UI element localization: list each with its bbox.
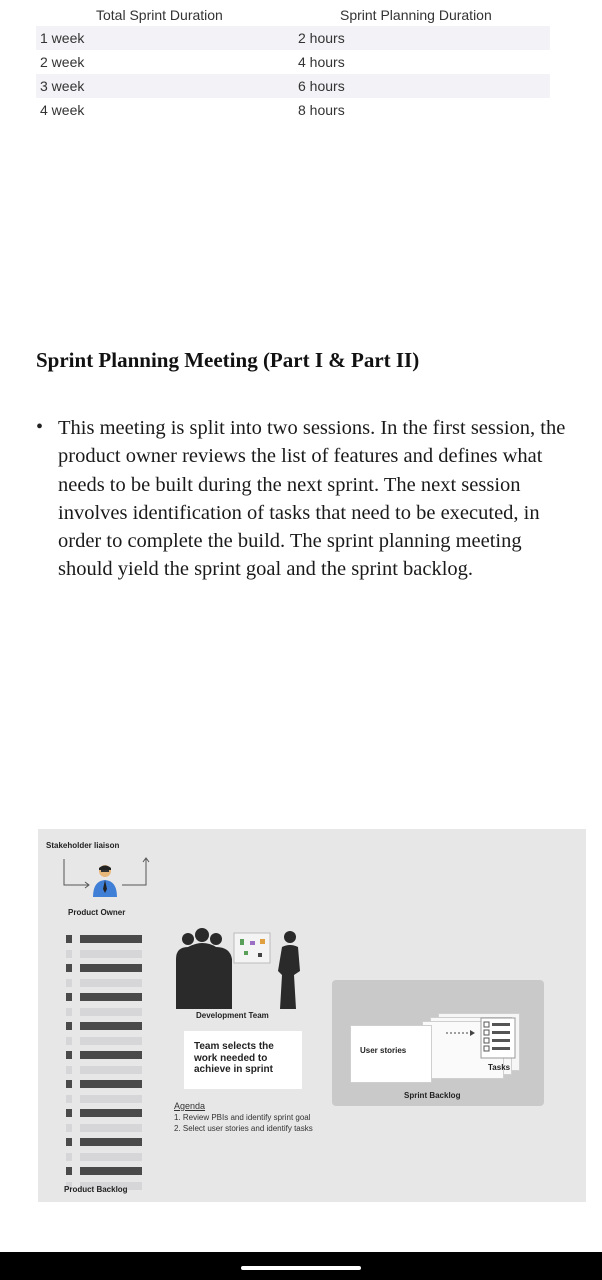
backlog-item [64,1035,154,1050]
sprint-duration-table: Total Sprint Duration Sprint Planning Du… [36,4,550,122]
table-cell: 1 week [40,30,85,46]
backlog-item [64,991,154,1006]
section-heading: Sprint Planning Meeting (Part I & Part I… [36,348,420,372]
table-cell: 2 week [40,54,85,70]
backlog-item [64,933,154,948]
table-row: 2 week 4 hours [36,50,550,74]
backlog-item [64,977,154,992]
bullet-dot-icon: • [36,416,44,438]
tasks-label: Tasks [488,1063,511,1072]
backlog-item [64,1122,154,1137]
table-cell: 3 week [40,78,85,94]
product-backlog-list [64,933,154,1194]
stakeholder-liaison-label: Stakeholder liaison [46,841,120,850]
agenda-block: Agenda 1. Review PBIs and identify sprin… [174,1101,313,1134]
table-row: 1 week 2 hours [36,26,550,50]
agenda-item: 2. Select user stories and identify task… [174,1124,313,1133]
backlog-item [64,1006,154,1021]
system-bottom-bar [0,1252,602,1280]
agenda-heading: Agenda [174,1101,206,1111]
header-total-sprint-duration: Total Sprint Duration [96,7,223,23]
sprint-planning-diagram: Stakeholder liaison Product Owner Produc… [38,829,586,1202]
development-team-label: Development Team [196,1011,269,1020]
backlog-item [64,948,154,963]
backlog-item [64,962,154,977]
bullet-text: This meeting is split into two sessions.… [58,417,566,581]
backlog-item [64,1093,154,1108]
backlog-item [64,1107,154,1122]
backlog-item [64,1078,154,1093]
backlog-item [64,1136,154,1151]
team-selects-box: Team selects the work needed to achieve … [184,1031,302,1089]
table-cell: 4 hours [298,54,345,70]
team-selects-text: Team selects the work needed to achieve … [194,1041,274,1075]
development-team-icon [176,928,300,1009]
product-owner-person-icon [93,865,117,897]
table-header-row: Total Sprint Duration Sprint Planning Du… [36,4,550,26]
sprint-backlog-label: Sprint Backlog [404,1091,461,1100]
backlog-item [64,1165,154,1180]
product-owner-label: Product Owner [68,908,126,917]
backlog-item [64,1151,154,1166]
backlog-item [64,1020,154,1035]
agenda-item: 1. Review PBIs and identify sprint goal [174,1113,311,1122]
backlog-item [64,1064,154,1079]
user-stories-label: User stories [360,1046,407,1055]
home-indicator[interactable] [241,1266,361,1270]
table-row: 3 week 6 hours [36,74,550,98]
table-cell: 2 hours [298,30,345,46]
table-row: 4 week 8 hours [36,98,550,122]
product-backlog-label: Product Backlog [64,1185,128,1194]
table-cell: 8 hours [298,102,345,118]
table-cell: 4 week [40,102,85,118]
backlog-item [64,1049,154,1064]
tasks-checklist-icon [480,1017,516,1059]
header-sprint-planning-duration: Sprint Planning Duration [340,7,492,23]
table-cell: 6 hours [298,78,345,94]
